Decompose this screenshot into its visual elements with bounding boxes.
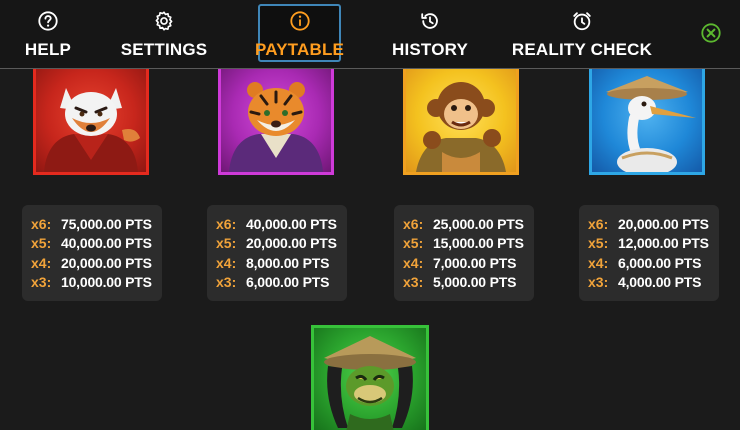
pay-row: x4: 8,000.00 PTS xyxy=(216,253,347,273)
tiger-paytable-panel: x6: 40,000.00 PTS x5: 20,000.00 PTS x4: 8,0… xyxy=(207,205,347,301)
pay-amount: 40,000.00 PTS xyxy=(246,215,337,232)
pay-amount: 7,000.00 PTS xyxy=(433,254,517,271)
history-tab-label: HISTORY xyxy=(391,40,469,59)
tiger-character-image xyxy=(229,82,323,172)
pay-multiplier: x6: xyxy=(403,215,424,232)
pay-row: x4: 6,000.00 PTS xyxy=(588,253,719,273)
pay-amount: 8,000.00 PTS xyxy=(246,254,330,271)
fox-symbol xyxy=(33,69,149,175)
pay-row: x6: 40,000.00 PTS xyxy=(216,214,347,234)
paytable-tab[interactable]: PAYTABLE xyxy=(254,4,345,62)
pay-amount: 20,000.00 PTS xyxy=(618,215,709,232)
pay-multiplier: x3: xyxy=(403,274,424,291)
reality-check-tab[interactable]: REALITY CHECK xyxy=(512,6,652,62)
help-icon xyxy=(38,11,58,31)
pay-row: x3: 5,000.00 PTS xyxy=(403,273,534,293)
info-icon xyxy=(289,11,310,31)
settings-tab-label: SETTINGS xyxy=(120,40,208,59)
pay-multiplier: x5: xyxy=(588,235,609,252)
pay-multiplier: x6: xyxy=(216,215,237,232)
pay-row: x4: 20,000.00 PTS xyxy=(31,253,162,273)
paytable-content: x6: 75,000.00 PTS x5: 40,000.00 PTS x4: 20,… xyxy=(0,69,740,430)
pay-amount: 4,000.00 PTS xyxy=(618,274,702,291)
pay-amount: 6,000.00 PTS xyxy=(246,274,330,291)
monkey-character-image xyxy=(416,82,506,172)
close-button[interactable] xyxy=(700,22,722,44)
pay-row: x6: 25,000.00 PTS xyxy=(403,214,534,234)
crane-character-image xyxy=(606,76,696,172)
pay-row: x4: 7,000.00 PTS xyxy=(403,253,534,273)
pay-multiplier: x6: xyxy=(588,215,609,232)
crane-paytable-panel: x6: 20,000.00 PTS x5: 12,000.00 PTS x4: 6,0… xyxy=(579,205,719,301)
pay-multiplier: x3: xyxy=(588,274,609,291)
pay-row: x5: 12,000.00 PTS xyxy=(588,234,719,254)
pay-amount: 20,000.00 PTS xyxy=(246,235,337,252)
pay-row: x6: 75,000.00 PTS xyxy=(31,214,162,234)
pay-multiplier: x3: xyxy=(216,274,237,291)
top-navigation-bar: HELP SETTINGS PAYTABLE HISTORY REALITY C… xyxy=(0,0,740,69)
pay-row: x3: 6,000.00 PTS xyxy=(216,273,347,293)
gear-icon xyxy=(155,11,173,31)
pay-row: x5: 40,000.00 PTS xyxy=(31,234,162,254)
pay-row: x3: 4,000.00 PTS xyxy=(588,273,719,293)
pay-amount: 10,000.00 PTS xyxy=(61,274,152,291)
pay-amount: 25,000.00 PTS xyxy=(433,215,524,232)
pay-row: x5: 20,000.00 PTS xyxy=(216,234,347,254)
pay-row: x3: 10,000.00 PTS xyxy=(31,273,162,293)
pay-multiplier: x4: xyxy=(31,254,52,271)
pay-amount: 6,000.00 PTS xyxy=(618,254,702,271)
fox-character-image xyxy=(44,88,140,172)
pay-amount: 12,000.00 PTS xyxy=(618,235,709,252)
snake-character-image xyxy=(324,336,416,430)
crane-symbol xyxy=(589,69,705,175)
fox-paytable-panel: x6: 75,000.00 PTS x5: 40,000.00 PTS x4: 20,… xyxy=(22,205,162,301)
settings-tab[interactable]: SETTINGS xyxy=(121,6,207,62)
help-tab-label: HELP xyxy=(24,40,72,59)
history-tab[interactable]: HISTORY xyxy=(392,6,468,62)
pay-multiplier: x4: xyxy=(403,254,424,271)
pay-amount: 20,000.00 PTS xyxy=(61,254,152,271)
history-icon xyxy=(421,13,438,29)
monkey-symbol xyxy=(403,69,519,175)
paytable-tab-label: PAYTABLE xyxy=(254,40,345,59)
pay-row: x5: 15,000.00 PTS xyxy=(403,234,534,254)
monkey-paytable-panel: x6: 25,000.00 PTS x5: 15,000.00 PTS x4: 7,0… xyxy=(394,205,534,301)
pay-multiplier: x4: xyxy=(588,254,609,271)
help-tab[interactable]: HELP xyxy=(22,6,74,62)
pay-multiplier: x4: xyxy=(216,254,237,271)
pay-row: x6: 20,000.00 PTS xyxy=(588,214,719,234)
pay-amount: 75,000.00 PTS xyxy=(61,215,152,232)
alarm-clock-icon xyxy=(573,12,591,31)
snake-symbol xyxy=(311,325,429,430)
tiger-symbol xyxy=(218,69,334,175)
pay-amount: 5,000.00 PTS xyxy=(433,274,517,291)
pay-multiplier: x3: xyxy=(31,274,52,291)
pay-multiplier: x5: xyxy=(403,235,424,252)
close-icon xyxy=(701,23,721,43)
pay-amount: 15,000.00 PTS xyxy=(433,235,524,252)
reality-check-tab-label: REALITY CHECK xyxy=(511,40,653,59)
pay-multiplier: x5: xyxy=(216,235,237,252)
pay-amount: 40,000.00 PTS xyxy=(61,235,152,252)
pay-multiplier: x6: xyxy=(31,215,52,232)
pay-multiplier: x5: xyxy=(31,235,52,252)
